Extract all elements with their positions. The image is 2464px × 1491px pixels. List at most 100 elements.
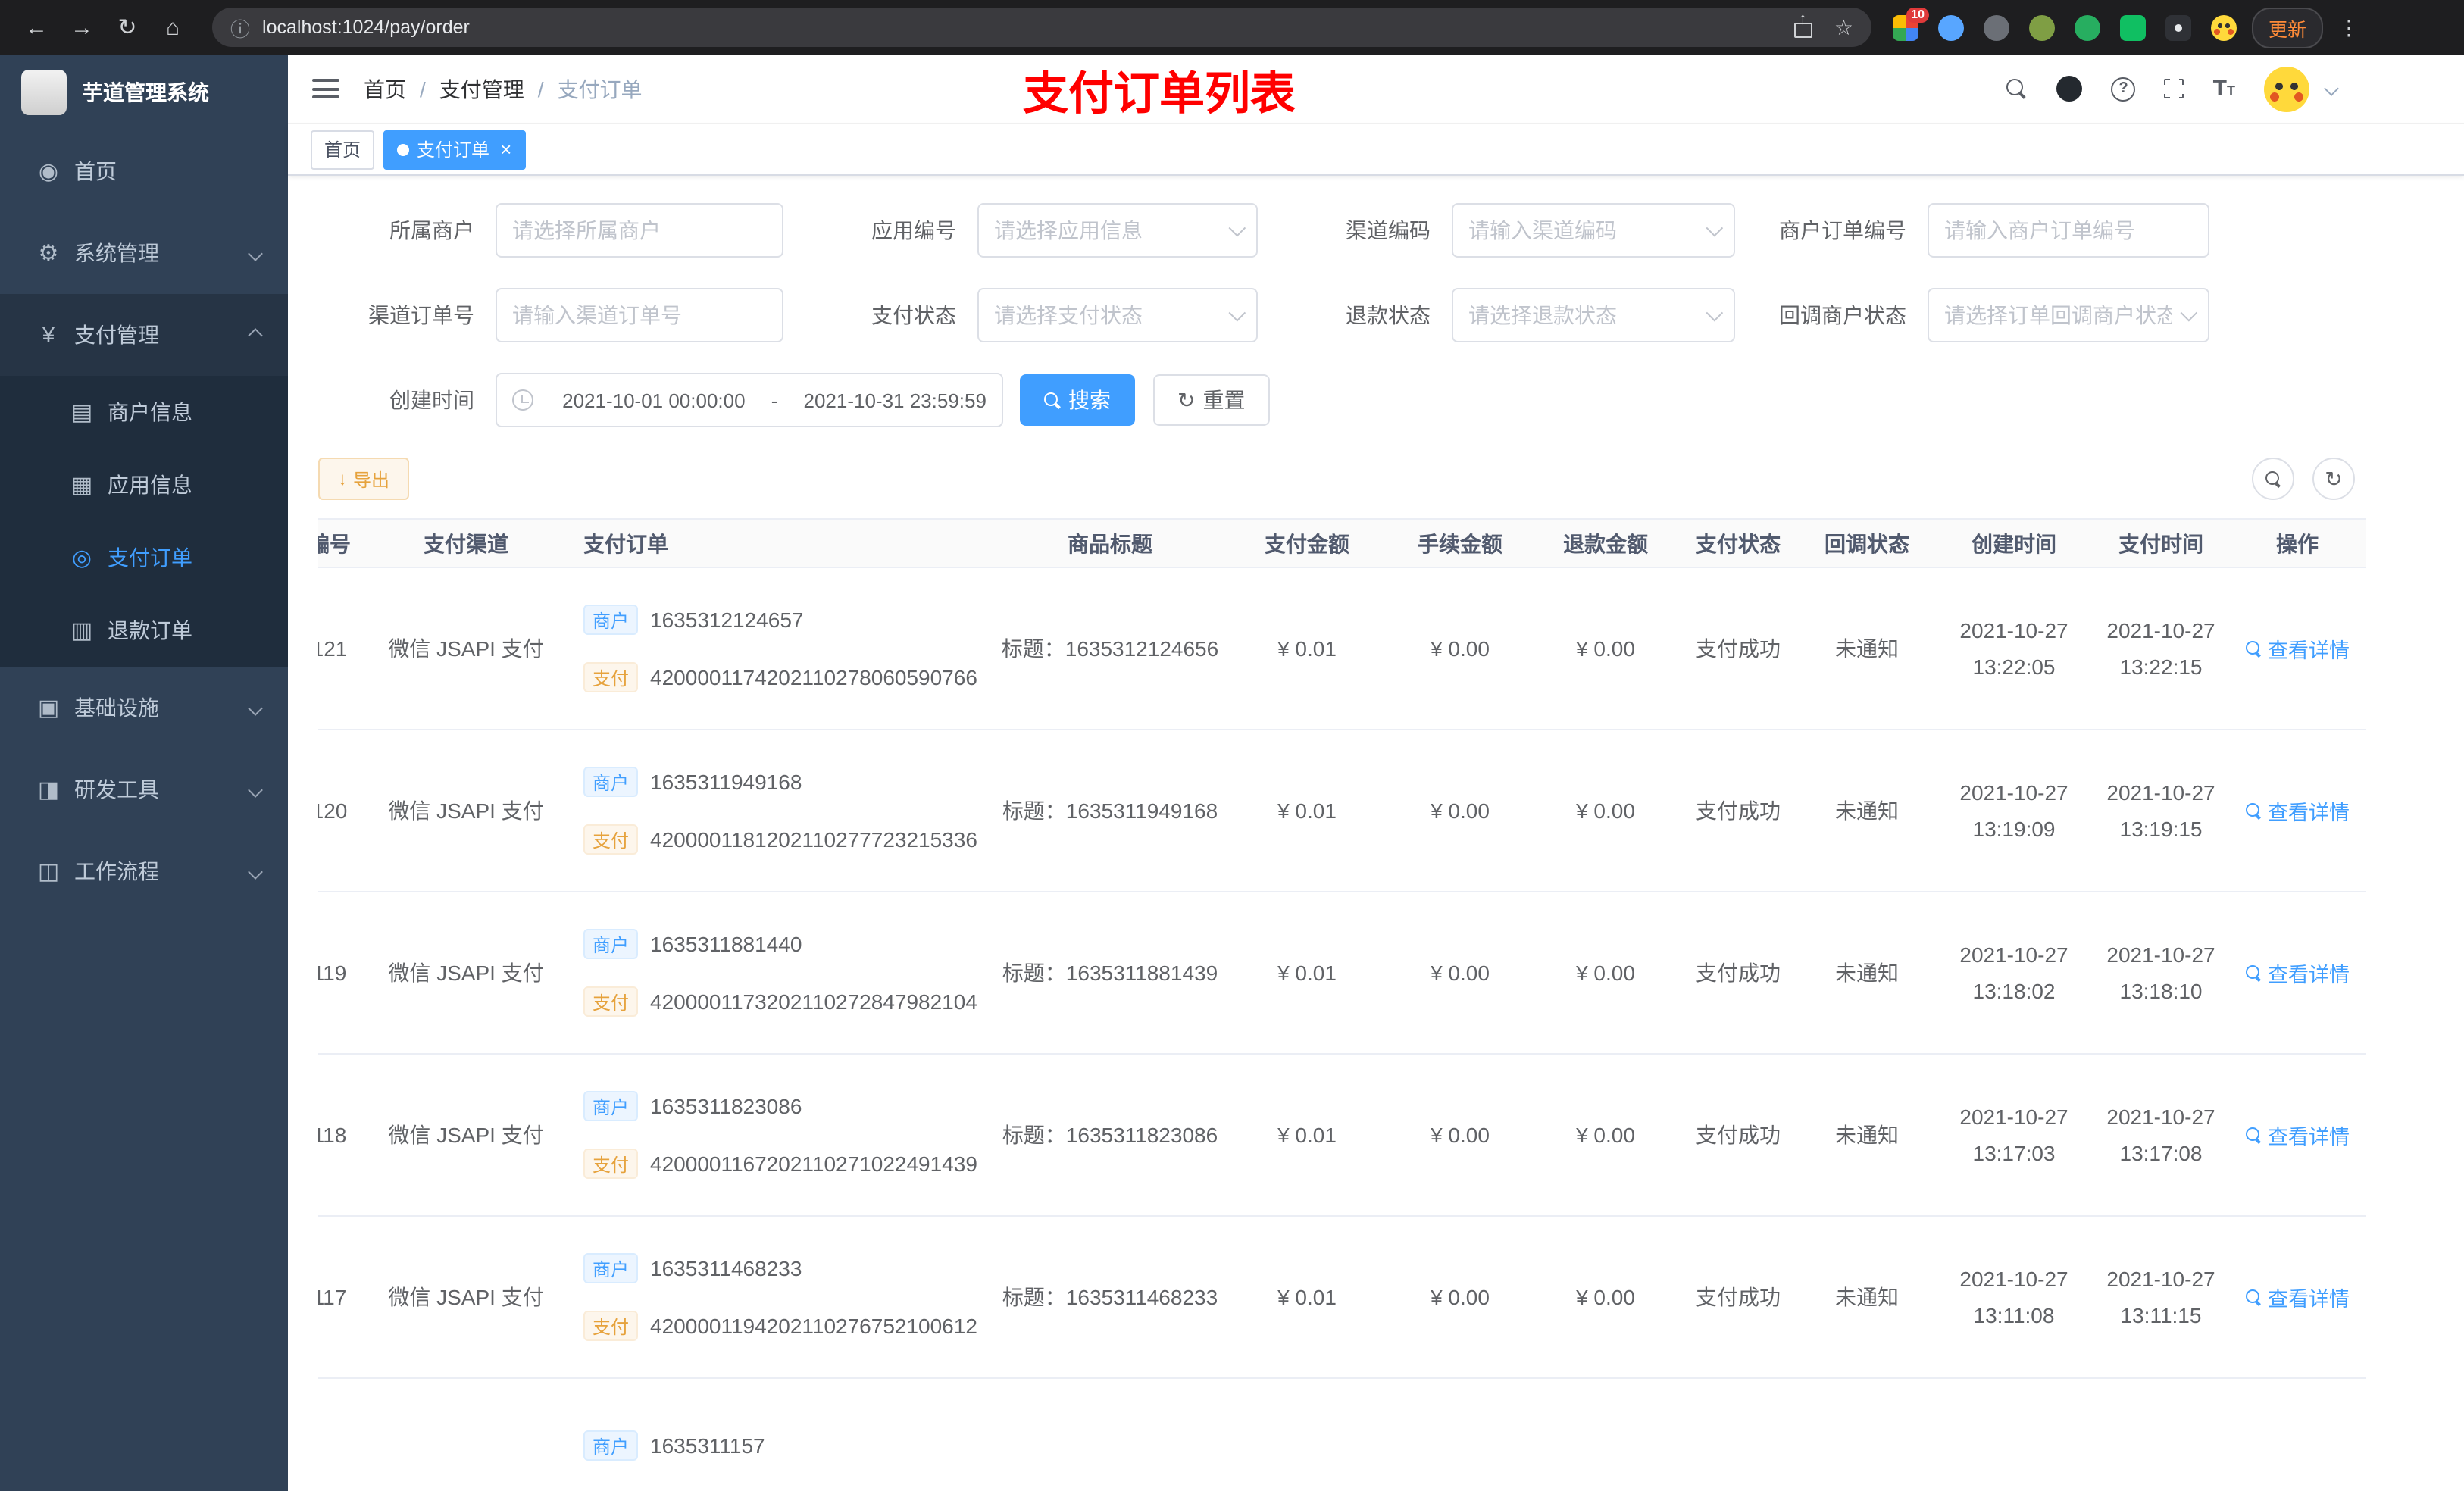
sidebar-item-pay-order[interactable]: ◎ 支付订单 (0, 521, 288, 594)
sidebar-item-dev-tools[interactable]: ◨ 研发工具 (0, 749, 288, 830)
extension-green-icon[interactable] (2075, 14, 2100, 40)
notify-status-select[interactable] (1928, 288, 2209, 342)
share-icon[interactable] (1794, 11, 1813, 38)
browser-back-icon[interactable]: ← (18, 14, 55, 40)
merchant-order-no-field[interactable] (1928, 203, 2209, 258)
search-icon (2265, 470, 2281, 487)
sidebar-item-system[interactable]: ⚙ 系统管理 (0, 212, 288, 294)
target-icon: ◎ (71, 545, 92, 571)
github-icon[interactable] (2056, 76, 2083, 102)
app-select[interactable] (977, 203, 1258, 258)
address-bar[interactable]: ⓘ localhost:1024/pay/order ☆ (212, 8, 1871, 47)
merchant-order-no-input[interactable] (1944, 218, 2193, 242)
cell-channel: 微信 JSAPI 支付 (388, 961, 544, 985)
cell-channel: 微信 JSAPI 支付 (388, 1123, 544, 1147)
channel-code-input[interactable] (1468, 218, 1697, 242)
main-area: 首页 / 支付管理 / 支付订单 支付订单列表 ? TT 首页 支付订单 × 所… (288, 55, 2464, 1491)
top-navbar: 首页 / 支付管理 / 支付订单 支付订单列表 ? TT (288, 55, 2464, 124)
table-row: 120 微信 JSAPI 支付 商户 1635311949168 支 (318, 730, 2366, 892)
tab-close-icon[interactable]: × (500, 139, 511, 159)
breadcrumb-home[interactable]: 首页 (364, 73, 406, 104)
channel-pay-no: 4200001194202110276752100612 (650, 1314, 977, 1338)
merchant-order-no: 1635311881440 (650, 932, 802, 956)
view-detail-link[interactable]: 查看详情 (2245, 958, 2350, 988)
channel-code-label: 渠道编码 (1346, 218, 1431, 242)
merchant-order-no: 1635311468233 (650, 1256, 802, 1280)
logo-row[interactable]: 芋道管理系统 (0, 55, 288, 130)
channel-order-no-input[interactable] (512, 303, 767, 327)
cell-pay-time: 2021-10-27 13:17:08 (2106, 1105, 2215, 1165)
payment-submenu: ▤ 商户信息 ▦ 应用信息 ◎ 支付订单 ▥ 退款订单 (0, 376, 288, 667)
fullscreen-icon[interactable] (2161, 76, 2187, 102)
profile-avatar-icon[interactable] (2211, 14, 2237, 40)
sidebar-item-merchant-info[interactable]: ▤ 商户信息 (0, 376, 288, 449)
search-icon[interactable] (2006, 78, 2028, 99)
cell-pay-status: 支付成功 (1696, 961, 1781, 985)
cell-refund-amount: ¥ 0.00 (1576, 1285, 1635, 1309)
pay-status-select[interactable] (977, 288, 1258, 342)
view-detail-link[interactable]: 查看详情 (2245, 796, 2350, 826)
tab-home[interactable]: 首页 (311, 130, 375, 169)
view-detail-link[interactable]: 查看详情 (2245, 1120, 2350, 1150)
breadcrumb-payment[interactable]: 支付管理 (439, 73, 524, 104)
breadcrumb-separator: / (537, 77, 544, 101)
notify-status-input[interactable] (1944, 303, 2172, 327)
refresh-icon: ↻ (1177, 388, 1196, 412)
browser-update-button[interactable]: 更新 (2252, 7, 2324, 48)
channel-order-no-field[interactable] (496, 288, 783, 342)
extension-drop-icon[interactable] (1938, 14, 1964, 40)
refresh-table-button[interactable]: ↻ (2312, 458, 2355, 500)
cell-id: 120 (318, 799, 348, 823)
tab-pay-order[interactable]: 支付订单 × (383, 130, 526, 169)
browser-menu-icon[interactable]: ⋮ (2338, 14, 2359, 40)
tools-icon: ◨ (37, 777, 60, 803)
view-detail-link[interactable]: 查看详情 (2245, 633, 2350, 664)
view-detail-link[interactable]: 查看详情 (2245, 1282, 2350, 1312)
table-row: 商户 1635311157 (318, 1379, 2366, 1491)
pay-status-input[interactable] (994, 303, 1220, 327)
sidebar-item-app-info[interactable]: ▦ 应用信息 (0, 449, 288, 521)
create-time-range-picker[interactable]: 2021-10-01 00:00:00 - 2021-10-31 23:59:5… (496, 373, 1003, 427)
channel-code-select[interactable] (1452, 203, 1735, 258)
extension-grid-icon[interactable]: 10 (1893, 7, 1929, 40)
app-input[interactable] (994, 218, 1220, 242)
sidebar-toggle-icon[interactable] (312, 79, 339, 98)
breadcrumb: 首页 / 支付管理 / 支付订单 (364, 73, 643, 104)
url-text[interactable]: localhost:1024/pay/order (262, 17, 1795, 38)
merchant-select[interactable] (496, 203, 783, 258)
pay-tag: 支付 (583, 1149, 639, 1179)
refresh-icon: ↻ (2325, 467, 2343, 491)
export-button[interactable]: ↓ 导出 (318, 458, 410, 500)
chevron-down-icon[interactable] (2324, 81, 2339, 96)
sidebar-item-label: 工作流程 (74, 859, 159, 883)
browser-reload-icon[interactable]: ↻ (109, 14, 145, 41)
user-avatar[interactable] (2264, 66, 2309, 111)
extension-olive-icon[interactable] (2029, 14, 2055, 40)
extension-pin-icon[interactable] (2165, 14, 2191, 40)
sidebar-item-payment[interactable]: ¥ 支付管理 (0, 294, 288, 376)
sidebar-item-infra[interactable]: ▣ 基础设施 (0, 667, 288, 749)
bookmark-star-icon[interactable]: ☆ (1834, 14, 1853, 40)
refund-status-input[interactable] (1468, 303, 1697, 327)
cell-channel: 微信 JSAPI 支付 (388, 1285, 544, 1309)
merchant-input[interactable] (512, 218, 767, 242)
toggle-search-button[interactable] (2252, 458, 2294, 500)
browser-home-icon[interactable]: ⌂ (155, 14, 191, 40)
browser-forward-icon[interactable]: → (64, 14, 100, 40)
fontsize-icon[interactable]: TT (2213, 76, 2235, 102)
help-icon[interactable]: ? (2111, 77, 2136, 101)
search-icon (1044, 392, 1061, 408)
sidebar-item-home[interactable]: ◉ 首页 (0, 130, 288, 212)
date-range-start[interactable]: 2021-10-01 00:00:00 (562, 389, 745, 411)
extension-chat-icon[interactable] (2120, 14, 2146, 40)
reset-button[interactable]: ↻ 重置 (1153, 374, 1270, 426)
refund-status-select[interactable] (1452, 288, 1735, 342)
site-info-icon[interactable]: ⓘ (230, 13, 250, 42)
search-button[interactable]: 搜索 (1020, 374, 1135, 426)
browser-chrome: ← → ↻ ⌂ ⓘ localhost:1024/pay/order ☆ 10 … (0, 0, 2464, 55)
sidebar-item-refund-order[interactable]: ▥ 退款订单 (0, 594, 288, 667)
sidebar-item-workflow[interactable]: ◫ 工作流程 (0, 830, 288, 912)
cell-pay-time: 2021-10-27 13:18:10 (2106, 942, 2215, 1003)
date-range-end[interactable]: 2021-10-31 23:59:59 (804, 389, 987, 411)
extension-gray-icon[interactable] (1984, 14, 2009, 40)
